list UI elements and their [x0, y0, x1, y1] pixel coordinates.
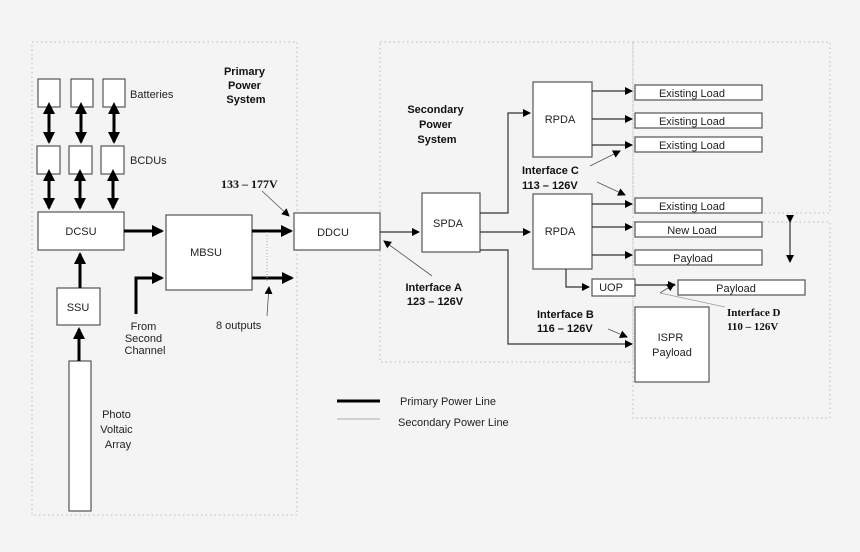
uop-label: UOP: [599, 282, 623, 294]
load-label: Existing Load: [659, 201, 725, 213]
pv-array-label: Photo Voltaic Array: [100, 409, 135, 451]
bcdus-label: BCDUs: [130, 155, 167, 167]
ddcu-label: DDCU: [317, 227, 349, 239]
outputs-label: 8 outputs: [216, 320, 262, 332]
load-label: New Load: [667, 225, 717, 237]
secondary-title: Secondary Power System: [407, 104, 466, 146]
interface-b-label: Interface B 116 – 126V: [537, 309, 597, 335]
load-label: Existing Load: [659, 116, 725, 128]
ssu-label: SSU: [67, 302, 90, 314]
load-label: Payload: [673, 253, 713, 265]
ispr-payload-block: [634, 306, 710, 383]
interface-a-label: Interface A 123 – 126V: [405, 282, 464, 308]
legend-primary-label: Primary Power Line: [400, 396, 496, 408]
primary-title: Primary Power System: [224, 66, 268, 106]
bcdu-2: [68, 145, 93, 175]
load-boxes: Existing Load Existing Load Existing Loa…: [634, 84, 806, 296]
interface-c-label: Interface C 113 – 126V: [522, 165, 582, 192]
bcdu-1: [36, 145, 61, 175]
battery-3: [102, 78, 126, 108]
rpda-top-label: RPDA: [545, 114, 576, 126]
bcdu-3: [100, 145, 125, 175]
legend-secondary-label: Secondary Power Line: [398, 417, 509, 429]
dcsu-label: DCSU: [65, 226, 96, 238]
load-label: Existing Load: [659, 140, 725, 152]
load-label: Payload: [716, 283, 756, 295]
rpda-bottom-label: RPDA: [545, 226, 576, 238]
mbsu-label: MBSU: [190, 247, 222, 259]
legend: Primary Power Line Secondary Power Line: [337, 396, 509, 429]
load-label: Existing Load: [659, 88, 725, 100]
power-system-diagram: Primary Power System Secondary Power Sys…: [31, 41, 831, 516]
from-second-channel-label: From Second Channel: [125, 321, 166, 357]
batteries-label: Batteries: [130, 89, 174, 101]
interface-d-label: Interface D 110 – 126V: [727, 307, 783, 333]
spda-label: SPDA: [433, 218, 464, 230]
voltage-main-label: 133 – 177V: [221, 177, 278, 191]
pv-array-block: [68, 360, 92, 512]
battery-2: [70, 78, 94, 108]
battery-1: [37, 78, 61, 108]
